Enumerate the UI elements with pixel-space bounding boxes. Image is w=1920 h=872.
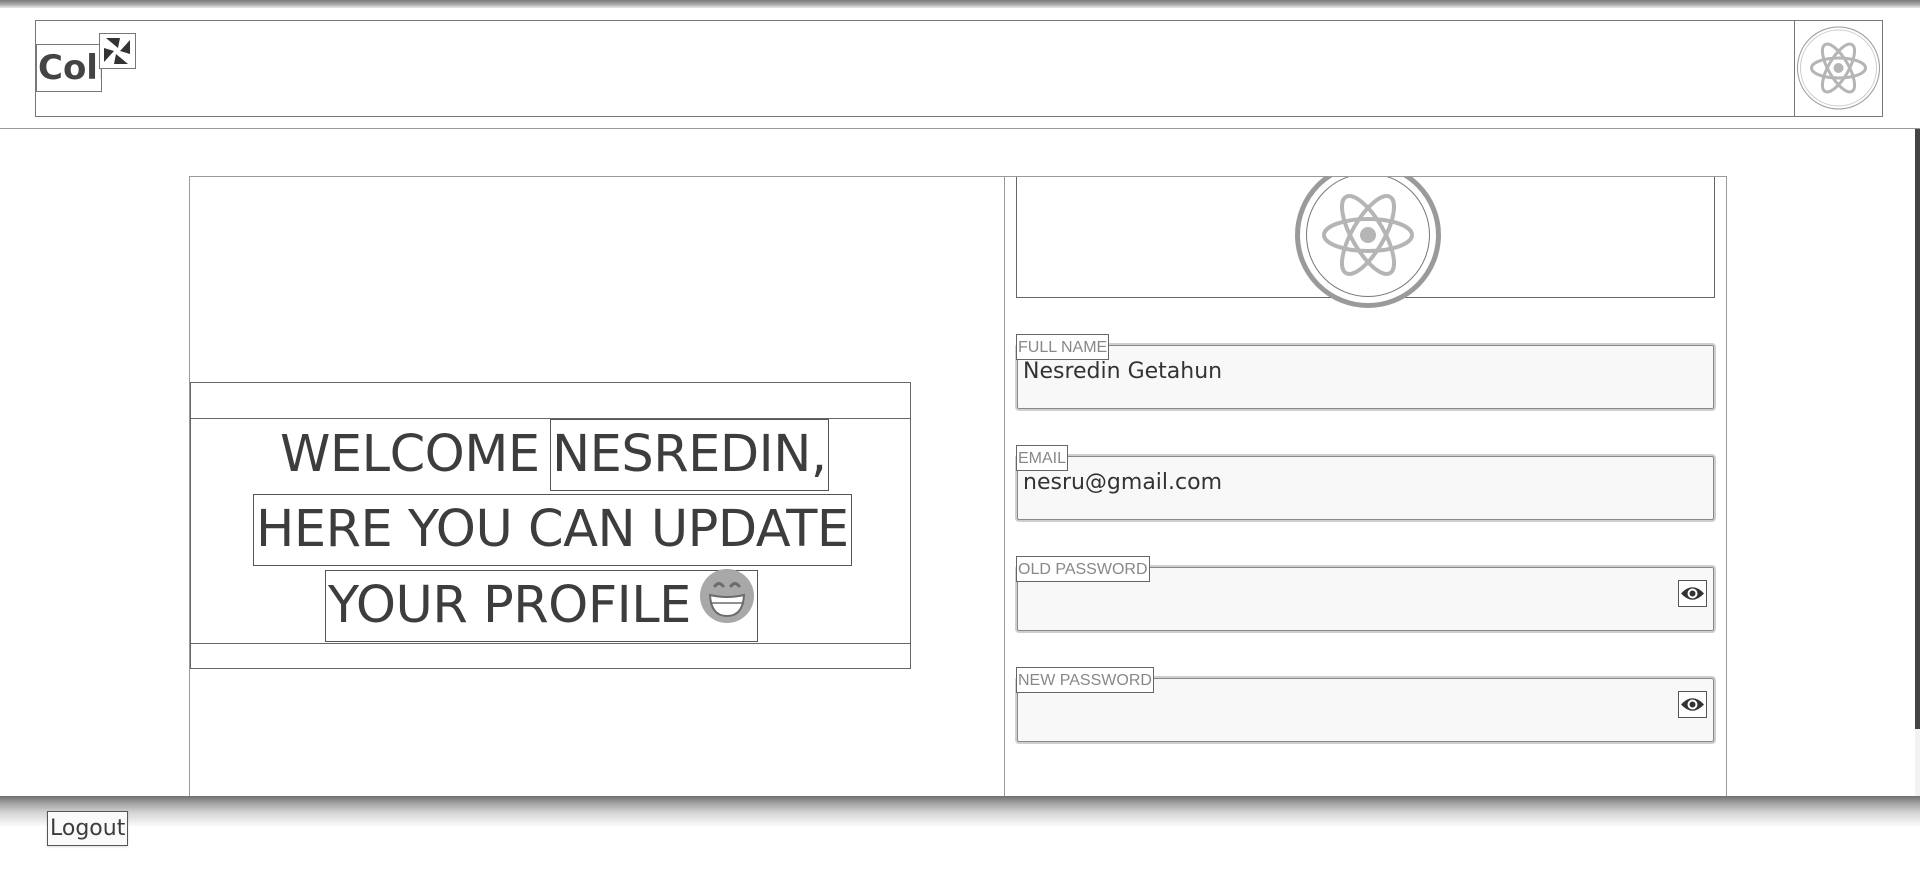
toggle-old-password-button[interactable]: [1678, 580, 1707, 607]
header-avatar[interactable]: [1794, 20, 1883, 117]
welcome-word: WELCOME: [280, 425, 540, 484]
full-name-label: FULL NAME: [1016, 334, 1110, 360]
profile-avatar-box: [1016, 177, 1715, 308]
welcome-line-3-text: YOUR PROFILE: [328, 576, 691, 635]
welcome-box: WELCOME NESREDIN, HERE YOU CAN UPDATE YO…: [190, 382, 911, 669]
old-password-label: OLD PASSWORD: [1016, 556, 1150, 582]
scrollbar-thumb[interactable]: [1915, 129, 1920, 729]
top-shadow: [0, 0, 1920, 8]
header-divider: [0, 128, 1920, 129]
eye-icon: [1681, 587, 1704, 600]
logout-button[interactable]: Logout: [47, 811, 129, 846]
email-field: EMAIL nesru@gmail.com: [1015, 445, 1717, 522]
new-password-label: NEW PASSWORD: [1016, 667, 1154, 693]
react-atom-icon: [1322, 194, 1414, 276]
grinning-face-icon: [699, 568, 755, 643]
old-password-field: OLD PASSWORD: [1015, 556, 1717, 633]
brand-text: Coli: [38, 48, 101, 88]
react-atom-icon: [1797, 26, 1880, 110]
email-value[interactable]: nesru@gmail.com: [1023, 470, 1222, 495]
full-name-value[interactable]: Nesredin Getahun: [1023, 359, 1222, 384]
toggle-new-password-button[interactable]: [1678, 691, 1707, 718]
profile-avatar[interactable]: [1295, 177, 1441, 308]
bottom-shade: [0, 796, 1920, 826]
eye-icon: [1681, 698, 1704, 711]
pinwheel-icon: [99, 33, 136, 69]
welcome-line-2: HERE YOU CAN UPDATE: [253, 494, 852, 566]
brand-logo[interactable]: Coli: [36, 44, 102, 92]
welcome-text-block: WELCOME NESREDIN, HERE YOU CAN UPDATE YO…: [190, 418, 911, 644]
top-header: Coli: [35, 20, 1883, 117]
welcome-username: NESREDIN,: [550, 419, 829, 491]
full-name-field: FULL NAME Nesredin Getahun: [1015, 334, 1717, 411]
app-root: Coli: [0, 0, 1920, 872]
welcome-panel: WELCOME NESREDIN, HERE YOU CAN UPDATE YO…: [190, 177, 1005, 798]
new-password-field: NEW PASSWORD: [1015, 667, 1717, 744]
welcome-line-3: YOUR PROFILE: [325, 568, 758, 643]
email-label: EMAIL: [1016, 445, 1069, 471]
